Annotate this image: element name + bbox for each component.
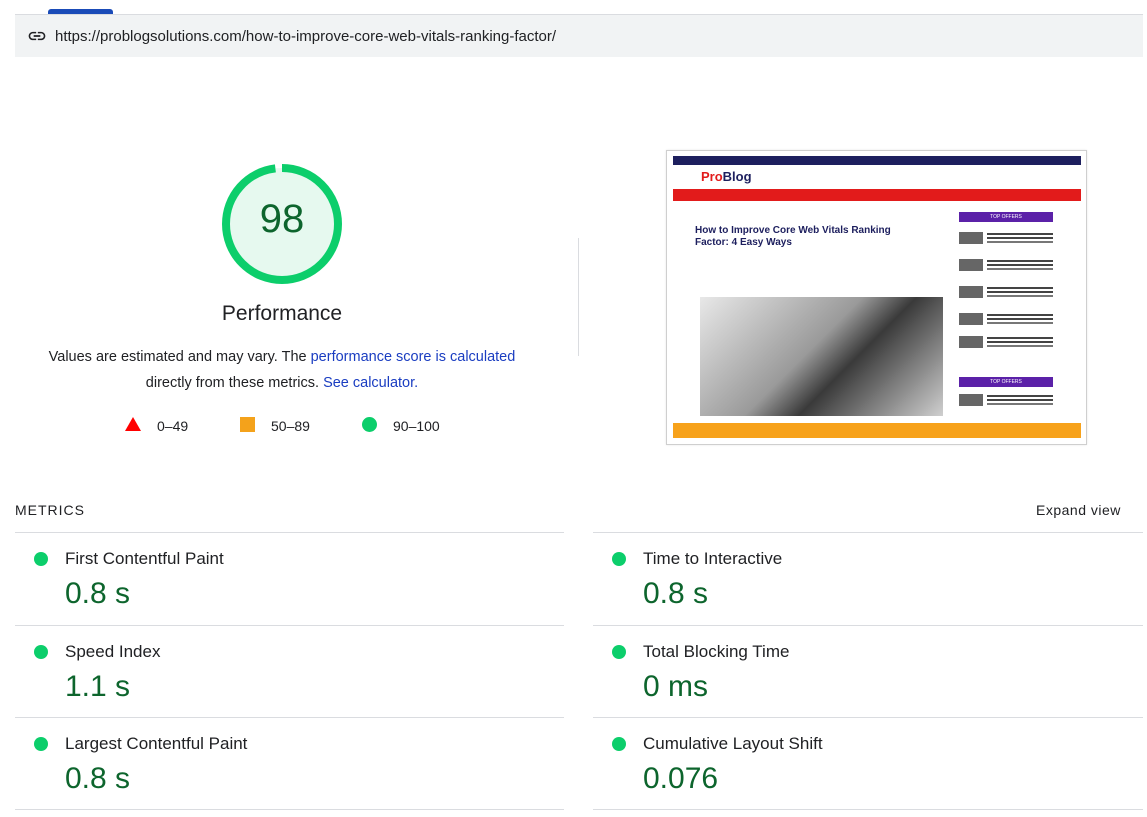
legend-item-average: 50–89 — [240, 417, 310, 435]
square-icon — [240, 417, 255, 435]
metrics-divider — [15, 625, 564, 626]
screenshot-sidebar-heading: TOP OFFERS — [959, 212, 1053, 222]
metric-name: Time to Interactive — [643, 549, 783, 568]
legend-item-pass: 90–100 — [362, 417, 440, 435]
screenshot-sidebar-item — [959, 393, 1053, 407]
metric-value: 0.8 s — [643, 577, 709, 610]
triangle-icon — [125, 417, 141, 434]
metric-total-blocking-time: Total Blocking Time 0 ms — [593, 627, 1133, 717]
metrics-divider — [15, 809, 564, 810]
expand-view-toggle[interactable]: Expand view — [1036, 502, 1121, 518]
legend-label-pass: 90–100 — [393, 418, 440, 434]
metrics-divider — [15, 532, 564, 533]
metric-first-contentful-paint: First Contentful Paint 0.8 s — [15, 534, 555, 624]
metrics-divider — [593, 809, 1143, 810]
screenshot-topbar — [673, 156, 1081, 165]
metric-value: 0.8 s — [65, 762, 131, 795]
metrics-divider — [593, 625, 1143, 626]
metric-cumulative-layout-shift: Cumulative Layout Shift 0.076 — [593, 719, 1133, 809]
screenshot-sidebar-item — [959, 312, 1053, 326]
link-icon — [27, 26, 47, 46]
desc-text-1: Values are estimated and may vary. The — [48, 349, 311, 365]
vertical-divider — [578, 238, 579, 356]
circle-icon — [362, 417, 377, 435]
metrics-divider — [593, 532, 1143, 533]
logo-part-b: Blog — [722, 169, 752, 184]
score-legend: 0–49 50–89 90–100 — [0, 417, 564, 435]
screenshot-sidebar-item — [959, 335, 1053, 349]
legend-label-fail: 0–49 — [157, 417, 189, 434]
metric-name: Largest Contentful Paint — [65, 734, 248, 753]
performance-score-link[interactable]: performance score is calculated — [311, 349, 516, 365]
metric-value: 0.8 s — [65, 577, 131, 610]
url-bar: https://problogsolutions.com/how-to-impr… — [15, 15, 1143, 57]
screenshot-cookie-bar — [673, 423, 1081, 438]
pass-icon — [34, 737, 48, 751]
pass-icon — [34, 552, 48, 566]
performance-title: Performance — [221, 302, 343, 325]
screenshot-hero-image — [700, 297, 943, 416]
score-description: Values are estimated and may vary. The p… — [30, 344, 534, 396]
performance-score: 98 — [259, 197, 305, 241]
metrics-heading: METRICS — [15, 502, 85, 518]
logo-part-a: Pro — [701, 169, 723, 184]
metric-value: 0 ms — [643, 670, 709, 703]
desc-text-2: directly from these metrics. — [145, 375, 324, 391]
metric-name: Total Blocking Time — [643, 642, 790, 661]
screenshot-sidebar-item — [959, 285, 1053, 299]
screenshot-logo: ProBlog — [701, 169, 752, 184]
metric-speed-index: Speed Index 1.1 s — [15, 627, 555, 717]
screenshot-nav — [673, 189, 1081, 201]
pass-icon — [612, 645, 626, 659]
page-url[interactable]: https://problogsolutions.com/how-to-impr… — [55, 28, 556, 45]
metrics-divider — [15, 717, 564, 718]
screenshot-sidebar-item — [959, 258, 1053, 272]
metric-largest-contentful-paint: Largest Contentful Paint 0.8 s — [15, 719, 555, 809]
metric-value: 0.076 — [643, 762, 719, 795]
see-calculator-link[interactable]: See calculator. — [323, 375, 418, 391]
pass-icon — [612, 552, 626, 566]
legend-label-average: 50–89 — [271, 418, 310, 434]
pass-icon — [34, 645, 48, 659]
screenshot-article-title: How to Improve Core Web Vitals Ranking F… — [695, 225, 891, 248]
metric-time-to-interactive: Time to Interactive 0.8 s — [593, 534, 1133, 624]
metric-name: Cumulative Layout Shift — [643, 734, 823, 753]
metrics-divider — [593, 717, 1143, 718]
final-screenshot[interactable]: ProBlog How to Improve Core Web Vitals R… — [666, 150, 1087, 445]
screenshot-sidebar-item — [959, 231, 1053, 245]
metric-name: Speed Index — [65, 642, 161, 661]
legend-item-fail: 0–49 — [125, 417, 188, 434]
metric-name: First Contentful Paint — [65, 549, 224, 568]
pass-icon — [612, 737, 626, 751]
screenshot-sidebar-heading: TOP OFFERS — [959, 377, 1053, 387]
metric-value: 1.1 s — [65, 670, 131, 703]
